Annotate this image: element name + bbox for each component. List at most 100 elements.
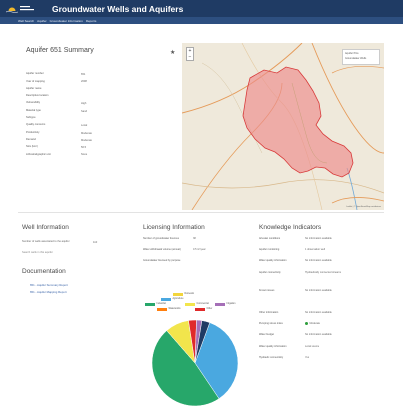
knowledge-row-text: No information available xyxy=(305,289,332,292)
bc-gov-logo[interactable] xyxy=(6,4,48,14)
summary-row-label: Demand xyxy=(26,137,36,141)
knowledge-row-value: Local source xyxy=(305,345,385,348)
legend-swatch xyxy=(161,298,171,301)
summary-row-value: None xyxy=(81,153,88,157)
section-divider xyxy=(18,212,384,213)
zoom-in-button[interactable]: + xyxy=(189,48,192,54)
knowledge-row-value: Yes xyxy=(305,356,385,359)
summary-row-label: Aquifer number xyxy=(26,72,44,76)
summary-row-value: 2008 xyxy=(81,80,87,84)
summary-row: Material type Sand xyxy=(26,107,176,114)
knowledge-row: Water budget No information available xyxy=(259,333,389,336)
knowledge-indicators-title: Knowledge Indicators xyxy=(259,224,322,231)
knowledge-row: Pumping stress index Moderate xyxy=(259,322,389,325)
knowledge-row-text: No information available xyxy=(305,333,332,337)
legend-item[interactable]: Agriculture xyxy=(161,298,183,301)
licensing-row: Number of groundwater licences 38 xyxy=(143,237,263,240)
nav-reports[interactable]: Reports xyxy=(86,19,97,23)
knowledge-row-text: No information available xyxy=(305,237,332,240)
well-count-label: Number of wells associated to the aquife… xyxy=(22,240,70,243)
summary-row: Year of mapping 2008 xyxy=(26,78,176,85)
legend-item[interactable]: Other xyxy=(195,308,212,311)
zoom-out-button[interactable]: − xyxy=(189,54,192,60)
summary-row-value: Sand xyxy=(81,109,88,113)
nav-aquifer[interactable]: Aquifer xyxy=(37,19,47,23)
knowledge-row-label: Water quality information xyxy=(259,259,287,263)
knowledge-row-label: Hydraulic connectivity xyxy=(259,355,284,359)
knowledge-table: Artesian conditions No information availa… xyxy=(259,237,389,407)
knowledge-row-text: Yes xyxy=(305,355,310,359)
knowledge-row-text: Moderate xyxy=(309,322,321,326)
summary-row-value: Local xyxy=(81,124,88,128)
summary-row: Quality concerns Local xyxy=(26,122,176,129)
map-canvas[interactable] xyxy=(182,43,384,210)
layer-groundwater-wells[interactable]: Groundwater Wells xyxy=(345,57,377,62)
legend-label: Commercial xyxy=(196,303,209,306)
licensing-row-label: Groundwater licensed by purpose xyxy=(143,259,181,262)
knowledge-row-label: Other information xyxy=(259,311,279,314)
knowledge-row-label: Water budget xyxy=(259,333,274,337)
zoom-control: + − xyxy=(186,47,194,61)
aquifer-summary-panel: Aquifer 651 Summary ★ Aquifer number 651 Y… xyxy=(18,43,180,203)
aquifer-map[interactable]: + − Aquifer Pins Groundwater Wells Leafl… xyxy=(182,43,384,210)
summary-row-value: Moderate xyxy=(81,138,92,142)
knowledge-row: Aquifer connectivity Hydraulically connec… xyxy=(259,271,389,274)
nav-well-search[interactable]: Well Search xyxy=(18,19,34,23)
legend-item[interactable]: Domestic xyxy=(173,293,194,296)
knowledge-row-value: Hydraulically connected streams xyxy=(305,271,385,274)
legend-label: Domestic xyxy=(184,293,195,296)
status-dot-icon xyxy=(305,322,308,326)
knowledge-row: Water quality information No information … xyxy=(259,259,389,262)
doc-link-summary[interactable]: 651 - Aquifer Summary Report xyxy=(30,283,68,287)
summary-row-value: High xyxy=(81,102,87,106)
knowledge-row-value: No information available xyxy=(305,259,385,262)
legend-label: Industrial xyxy=(156,303,166,306)
summary-row-label: Lithostratigraphic unit xyxy=(26,152,51,156)
star-icon[interactable]: ★ xyxy=(170,49,175,56)
legend-label: Waterworks xyxy=(168,308,181,311)
licensing-row: Water withdrawal volume (annual) 0.5 m³/y… xyxy=(143,248,263,251)
summary-row-label: Quality concerns xyxy=(26,123,46,127)
app-header: Groundwater Wells and Aquifers xyxy=(0,0,403,17)
legend-item[interactable]: Commercial xyxy=(185,303,209,306)
layer-control[interactable]: Aquifer Pins Groundwater Wells xyxy=(342,49,380,65)
licensing-pie-chart xyxy=(151,319,239,407)
licensing-row-value: 38 xyxy=(193,237,196,240)
knowledge-row-label: Artesian conditions xyxy=(259,237,281,240)
knowledge-row-label: Pumping stress index xyxy=(259,322,283,326)
legend-swatch xyxy=(157,308,167,311)
well-count-value: 110 xyxy=(93,241,98,244)
summary-row-label: Subtype xyxy=(26,116,36,120)
knowledge-row-value: No information available xyxy=(305,289,385,292)
summary-row-value: Moderate xyxy=(81,131,92,135)
licensing-row-label: Water withdrawal volume (annual) xyxy=(143,248,181,251)
licensing-row-value: 0.5 m³/year xyxy=(193,248,206,251)
summary-title: Aquifer 651 Summary xyxy=(26,47,94,54)
nav-groundwater-information[interactable]: Groundwater Information xyxy=(50,19,83,23)
knowledge-row-label: Aquifer monitoring xyxy=(259,248,280,252)
summary-row: Subtype xyxy=(26,115,176,122)
knowledge-row-label: Known issues xyxy=(259,289,275,292)
summary-row: Aquifer number 651 xyxy=(26,71,176,78)
licensing-title: Licensing Information xyxy=(143,224,205,231)
knowledge-row-text: Local source xyxy=(305,344,320,348)
licensing-row-label: Number of groundwater licences xyxy=(143,237,179,240)
summary-row: Size (km²) 56.5 xyxy=(26,144,176,151)
app-title: Groundwater Wells and Aquifers xyxy=(52,3,184,14)
legend-swatch xyxy=(173,293,183,296)
summary-table: Aquifer number 651 Year of mapping 2008 Aqui… xyxy=(26,71,176,159)
summary-row-label: Year of mapping xyxy=(26,79,45,83)
legend-item[interactable]: Waterworks xyxy=(157,308,181,311)
knowledge-row: Aquifer monitoring 1 observation well xyxy=(259,248,389,251)
licensing-row: Groundwater licensed by purpose xyxy=(143,259,263,262)
knowledge-row: Other information No information availabl… xyxy=(259,311,389,314)
legend-swatch xyxy=(185,303,195,306)
knowledge-row-value: No information available xyxy=(305,333,385,336)
summary-row-value: 56.5 xyxy=(81,146,87,150)
knowledge-row: Hydraulic connectivity Yes xyxy=(259,356,389,359)
well-search-note[interactable]: Search wells in this aquifer xyxy=(22,251,53,254)
doc-link-mapping[interactable]: 651 - Aquifer Mapping Report xyxy=(30,290,67,294)
legend-item[interactable]: Irrigation xyxy=(215,303,235,306)
legend-item[interactable]: Industrial xyxy=(145,303,166,306)
summary-row: Vulnerability High xyxy=(26,100,176,107)
